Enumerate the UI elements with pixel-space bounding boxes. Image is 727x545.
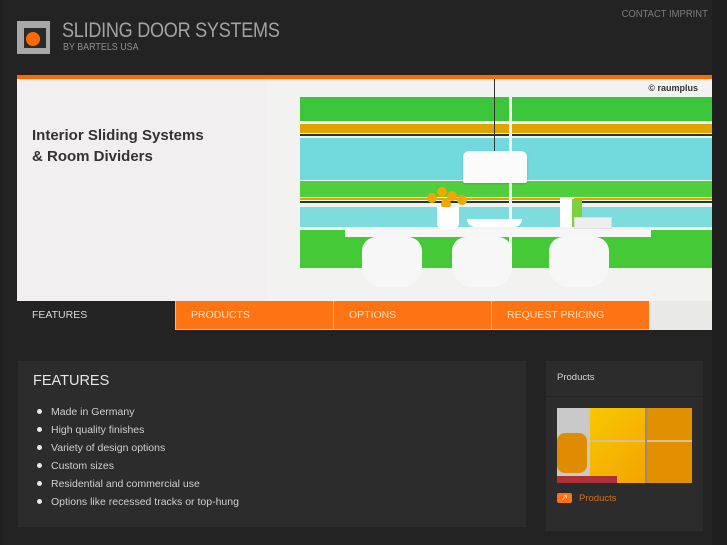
stripe-dark	[300, 134, 712, 136]
page-edge-right	[712, 0, 727, 545]
brand-title[interactable]: SLIDING DOOR SYSTEMS	[62, 19, 280, 43]
nav-tab-products[interactable]: PRODUCTS	[175, 301, 333, 330]
chair	[452, 237, 512, 287]
fruit-bowl	[467, 219, 522, 227]
stripe-amber	[300, 124, 712, 133]
feature-text: Made in Germany	[51, 406, 135, 418]
vase	[437, 207, 459, 229]
chair	[362, 237, 422, 287]
brand-subtitle: BY BARTELS USA	[63, 41, 139, 53]
chair	[549, 237, 609, 287]
list-item: Variety of design options	[37, 441, 239, 459]
hero-image-edge	[649, 301, 712, 330]
nav-tab-options[interactable]: OPTIONS	[333, 301, 491, 330]
feature-text: Variety of design options	[51, 442, 166, 454]
logo-dot-icon	[26, 32, 40, 46]
thumb-chair	[557, 433, 587, 473]
hero-title-line2: & Room Dividers	[32, 148, 153, 165]
thumb-panel	[590, 408, 645, 483]
products-thumbnail[interactable]	[557, 408, 692, 483]
bullet-icon	[37, 445, 42, 450]
thumb-floor	[557, 476, 617, 483]
list-item: Options like recessed tracks or top-hung	[37, 495, 239, 513]
feature-text: Options like recessed tracks or top-hung	[51, 496, 239, 508]
logo-notch	[24, 21, 39, 28]
stripe-amber-2	[300, 198, 712, 200]
products-link[interactable]: ↗ Products	[557, 493, 617, 504]
top-links: CONTACT IMPRINT	[622, 8, 708, 20]
page-edge-left	[0, 0, 3, 545]
photo-credit: © raumplus	[648, 83, 698, 93]
hero-title-line1: Interior Sliding Systems	[32, 127, 204, 144]
hero-image	[267, 79, 712, 301]
feature-text: Residential and commercial use	[51, 478, 200, 490]
list-item: Custom sizes	[37, 459, 239, 477]
bullet-icon	[37, 481, 42, 486]
pendant-lamp	[463, 151, 527, 183]
hero-title: Interior Sliding Systems & Room Dividers	[32, 125, 204, 167]
bullet-icon	[37, 463, 42, 468]
list-item: High quality finishes	[37, 423, 239, 441]
contact-link[interactable]: CONTACT	[622, 8, 667, 20]
features-list: Made in Germany High quality finishes Va…	[37, 405, 239, 513]
arrow-icon: ↗	[557, 493, 572, 504]
hero-banner: Interior Sliding Systems & Room Dividers…	[17, 79, 712, 301]
thumb-divider	[645, 408, 647, 483]
list-item: Made in Germany	[37, 405, 239, 423]
products-link-label: Products	[579, 493, 617, 504]
stripe-green	[300, 97, 712, 121]
sidebar-heading: Products	[546, 361, 703, 397]
nav-tab-request-pricing[interactable]: REQUEST PRICING	[491, 301, 649, 330]
bullet-icon	[37, 499, 42, 504]
brand-logo[interactable]	[17, 21, 50, 54]
list-item: Residential and commercial use	[37, 477, 239, 495]
products-sidebar: Products ↗ Products	[546, 361, 703, 531]
feature-text: High quality finishes	[51, 424, 145, 436]
plates	[574, 217, 612, 229]
features-panel: FEATURES Made in Germany High quality fi…	[18, 361, 526, 527]
bullet-icon	[37, 427, 42, 432]
bullet-icon	[37, 409, 42, 414]
stripe-dark-2	[300, 201, 712, 203]
thumb-panel-2	[647, 408, 692, 483]
nav-tab-features[interactable]: FEATURES	[17, 301, 175, 330]
lamp-cord	[494, 79, 495, 151]
feature-text: Custom sizes	[51, 460, 115, 472]
dining-table	[345, 229, 651, 237]
imprint-link[interactable]: IMPRINT	[669, 8, 708, 20]
stripe-green-2	[300, 181, 712, 197]
features-heading: FEATURES	[33, 373, 110, 389]
thumb-rail	[590, 440, 692, 442]
